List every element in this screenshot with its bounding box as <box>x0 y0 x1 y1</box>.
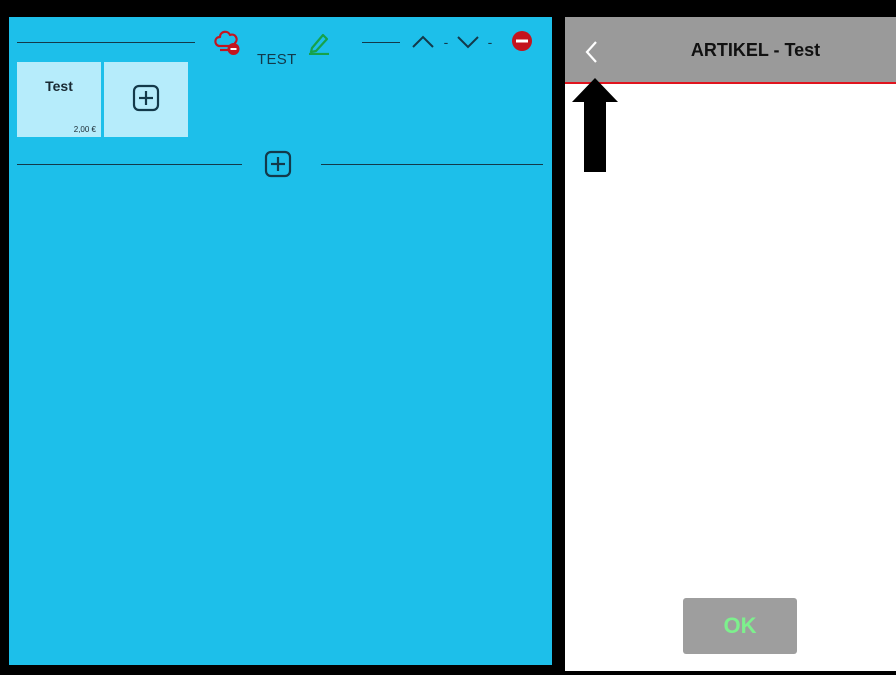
category-name: TEST <box>257 51 297 68</box>
category-divider-middle <box>362 42 400 43</box>
plus-square-icon <box>264 150 292 178</box>
menu-item-price: 2,00 € <box>73 125 96 134</box>
add-category-divider-right <box>321 164 543 165</box>
black-arrow-up <box>572 78 618 172</box>
plus-square-icon <box>130 82 162 114</box>
chevron-down-icon[interactable] <box>455 30 481 52</box>
chef-hat-remove-icon[interactable] <box>212 27 242 57</box>
pencil-icon[interactable] <box>306 29 332 55</box>
article-title: ARTIKEL - Test <box>690 40 821 60</box>
chevron-up-icon[interactable] <box>410 30 436 52</box>
ok-button[interactable]: OK <box>683 598 797 654</box>
menu-editor-panel: TEST - - Test 2,00 € <box>9 17 552 665</box>
separator-dash-1: - <box>443 34 449 50</box>
chevron-left-icon <box>585 41 597 63</box>
menu-item-name: Test <box>45 78 73 94</box>
add-category-divider-left <box>17 164 242 165</box>
article-header: ARTIKEL - Test <box>565 17 896 84</box>
add-item-tile[interactable] <box>104 62 188 137</box>
minus-circle-icon[interactable] <box>511 30 533 52</box>
back-button[interactable] <box>579 37 605 67</box>
separator-dash-2: - <box>487 34 493 50</box>
add-category-button[interactable] <box>262 148 294 180</box>
category-divider-left <box>17 42 195 43</box>
menu-item-tile[interactable]: Test 2,00 € <box>17 62 101 137</box>
